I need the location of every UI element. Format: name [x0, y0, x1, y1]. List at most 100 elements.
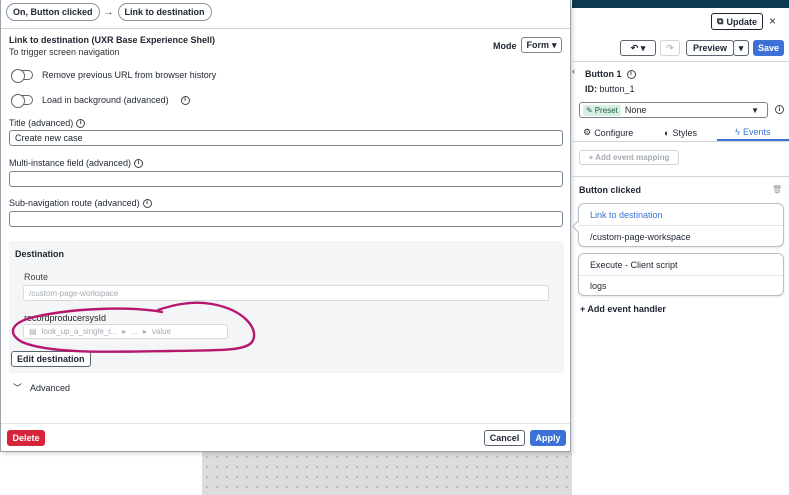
- route-value: /custom-page-workspace: [29, 288, 119, 298]
- handler-title[interactable]: Link to destination: [590, 210, 663, 220]
- param-path-1: look_up_a_single_r...: [41, 327, 118, 336]
- cancel-button[interactable]: Cancel: [484, 430, 525, 446]
- multi-label-text: Multi-instance field (advanced): [9, 158, 132, 168]
- tab-styles-label: Styles: [672, 127, 697, 138]
- destination-section: [9, 241, 564, 373]
- remove-history-row: Remove previous URL from browser history: [11, 69, 217, 83]
- tab-configure[interactable]: ⚙ Configure: [572, 124, 644, 141]
- title-field-label: Title (advanced) i: [9, 118, 86, 128]
- destination-title: Destination: [15, 249, 65, 259]
- param-path-2: ...: [131, 327, 138, 336]
- subnav-label-text: Sub-navigation route (advanced): [9, 198, 140, 208]
- handler-route: /custom-page-workspace: [590, 232, 691, 242]
- arrow-right-icon: →: [103, 6, 114, 18]
- param-input[interactable]: ▤ look_up_a_single_r... ▸ ... ▸ value: [23, 324, 228, 339]
- modal-title: Link to destination (UXR Base Experience…: [9, 35, 216, 45]
- preset-tag: ✎ Preset: [583, 104, 621, 116]
- tab-configure-label: Configure: [594, 127, 634, 138]
- title-input[interactable]: Create new case: [9, 130, 563, 146]
- handler-sub: logs: [590, 281, 607, 291]
- caret-down-icon: ▼: [751, 105, 759, 115]
- palette-icon: ◐: [664, 127, 670, 138]
- chevron-down-icon: ▾: [551, 39, 557, 50]
- sub-navigation-label: Sub-navigation route (advanced) i: [9, 198, 152, 208]
- preset-value: None: [624, 105, 647, 115]
- chevron-down-icon: ﹀: [13, 383, 23, 393]
- update-button[interactable]: ⧉ Update: [711, 13, 763, 30]
- param-label: recordproducersysId: [24, 313, 107, 323]
- preview-button[interactable]: Preview: [686, 40, 734, 56]
- chevron-down-icon: ▾: [640, 42, 646, 53]
- delete-button[interactable]: Delete: [7, 430, 45, 446]
- remove-history-label: Remove previous URL from browser history: [42, 70, 217, 80]
- info-icon[interactable]: i: [76, 118, 86, 128]
- undo-button[interactable]: ↶ ▾: [620, 40, 656, 56]
- redo-icon: ↷: [666, 42, 674, 53]
- table-icon: ▤: [29, 327, 37, 336]
- apply-button[interactable]: Apply: [530, 430, 566, 446]
- component-title: Button 1 i: [585, 69, 636, 79]
- sub-navigation-input[interactable]: [9, 211, 563, 227]
- event-handler-card[interactable]: Execute - Client script logs: [578, 253, 784, 296]
- info-icon[interactable]: i: [180, 95, 190, 105]
- breadcrumb: On, Button clicked → Link to destination: [6, 3, 212, 21]
- event-handler-card[interactable]: Link to destination /custom-page-workspa…: [578, 203, 784, 247]
- lightning-icon: ϟ: [735, 126, 740, 137]
- close-icon[interactable]: ×: [769, 14, 776, 28]
- component-id-value: button_1: [599, 84, 635, 94]
- pencil-icon: ✎: [586, 105, 593, 115]
- redo-button[interactable]: ↷: [660, 40, 680, 56]
- load-background-row: Load in background (advanced) i: [11, 94, 190, 108]
- component-id-label: ID:: [585, 84, 597, 94]
- preset-label: Preset: [594, 105, 618, 115]
- add-event-mapping-button[interactable]: + Add event mapping: [579, 150, 679, 165]
- mode-value: Form: [526, 40, 549, 50]
- remove-history-toggle[interactable]: [11, 69, 33, 83]
- card-divider: [579, 275, 783, 276]
- tab-styles[interactable]: ◐ Styles: [644, 124, 716, 141]
- collapse-icon[interactable]: ‹: [572, 66, 575, 76]
- advanced-label: Advanced: [30, 382, 71, 393]
- caret-right-icon: ▸: [122, 327, 127, 336]
- breadcrumb-handler[interactable]: Link to destination: [117, 3, 212, 21]
- load-background-label: Load in background (advanced): [42, 95, 169, 105]
- edit-destination-button[interactable]: Edit destination: [11, 351, 91, 367]
- external-link-icon: ⧉: [717, 16, 724, 26]
- canvas-grid: [202, 452, 572, 495]
- route-label: Route: [24, 272, 49, 282]
- info-icon[interactable]: i: [775, 105, 784, 114]
- update-label: Update: [726, 16, 757, 27]
- tab-events[interactable]: ϟ Events: [716, 124, 789, 141]
- mode-label: Mode: [493, 41, 517, 51]
- component-title-text: Button 1: [585, 69, 622, 79]
- param-path-3: value: [151, 327, 172, 336]
- footer-divider: [1, 423, 570, 424]
- handler-title[interactable]: Execute - Client script: [590, 260, 678, 270]
- preset-select[interactable]: ✎ Preset None ▼: [579, 102, 768, 118]
- caret-right-icon: ▸: [142, 327, 147, 336]
- card-divider: [579, 225, 783, 226]
- panel-tabs: ⚙ Configure ◐ Styles ϟ Events: [572, 124, 789, 142]
- gear-icon: ⚙: [583, 127, 592, 137]
- info-icon[interactable]: i: [626, 69, 636, 79]
- load-background-toggle[interactable]: [11, 94, 33, 108]
- save-button[interactable]: Save: [753, 40, 784, 56]
- chevron-down-icon: ▾: [738, 42, 744, 53]
- modal-subtitle: To trigger screen navigation: [9, 47, 120, 57]
- link-to-destination-modal: On, Button clicked → Link to destination…: [0, 0, 571, 452]
- event-title: Button clicked: [579, 185, 642, 195]
- info-icon[interactable]: i: [142, 198, 152, 208]
- breadcrumb-event[interactable]: On, Button clicked: [6, 3, 100, 21]
- preview-options-button[interactable]: ▾: [733, 40, 749, 56]
- add-event-handler-button[interactable]: + Add event handler: [580, 304, 666, 314]
- route-input[interactable]: /custom-page-workspace: [23, 285, 549, 301]
- tab-events-label: Events: [742, 126, 771, 137]
- multi-instance-input[interactable]: [9, 171, 563, 187]
- mode-select[interactable]: Form ▾: [521, 37, 562, 53]
- trash-icon[interactable]: 🗑: [772, 185, 782, 194]
- divider: [572, 176, 789, 177]
- title-label-text: Title (advanced): [9, 118, 74, 128]
- advanced-toggle[interactable]: ﹀ Advanced: [13, 381, 70, 394]
- info-icon[interactable]: i: [134, 158, 144, 168]
- multi-instance-label: Multi-instance field (advanced) i: [9, 158, 144, 168]
